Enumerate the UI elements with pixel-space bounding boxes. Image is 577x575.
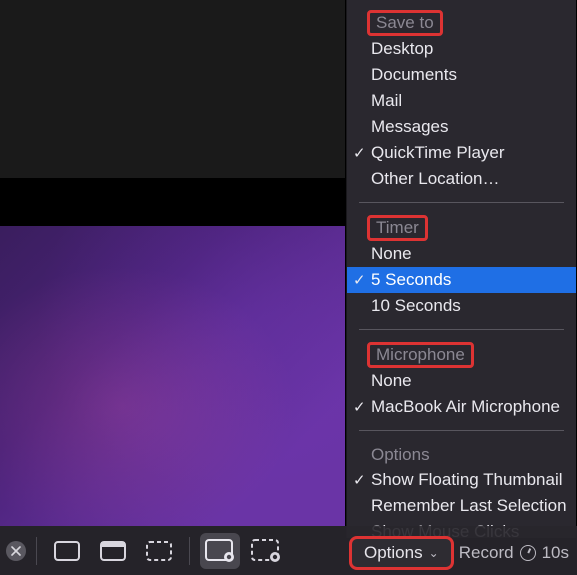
desktop-wallpaper: [0, 226, 345, 526]
menu-item-remember-last-selection[interactable]: Remember Last Selection: [347, 493, 576, 519]
check-icon: ✓: [353, 271, 366, 289]
menu-item-timer-10s[interactable]: 10 Seconds: [347, 293, 576, 319]
record-button[interactable]: Record: [459, 543, 514, 563]
menu-item-show-floating-thumbnail[interactable]: ✓Show Floating Thumbnail: [347, 467, 576, 493]
capture-window-button[interactable]: [93, 533, 133, 569]
menu-item-mic-macbook-air[interactable]: ✓MacBook Air Microphone: [347, 394, 576, 420]
capture-window-icon: [100, 541, 126, 561]
menu-divider: [359, 202, 564, 203]
menu-item-messages[interactable]: Messages: [347, 114, 576, 140]
menu-item-timer-5s[interactable]: ✓5 Seconds: [347, 267, 576, 293]
menu-item-quicktime-player[interactable]: ✓QuickTime Player: [347, 140, 576, 166]
window-gap: [0, 178, 345, 226]
toolbar-separator: [189, 537, 190, 565]
section-title-microphone: Microphone: [367, 342, 474, 368]
options-button-label: Options: [364, 543, 423, 563]
record-selection-button[interactable]: [246, 533, 286, 569]
check-icon: ✓: [353, 398, 366, 416]
window-area-top: [0, 0, 345, 178]
section-save-to: Save to Desktop Documents Mail Messages …: [347, 6, 576, 194]
menu-item-other-location[interactable]: Other Location…: [347, 166, 576, 192]
options-button[interactable]: Options ⌄: [349, 536, 454, 570]
close-icon: [11, 546, 21, 556]
timer-badge: 10s: [542, 543, 569, 563]
check-icon: ✓: [353, 471, 366, 489]
chevron-down-icon: ⌄: [429, 546, 439, 560]
menu-item-mail[interactable]: Mail: [347, 88, 576, 114]
menu-item-timer-none[interactable]: None: [347, 241, 576, 267]
section-title-options: Options: [347, 443, 440, 467]
capture-entire-screen-icon: [54, 541, 80, 561]
record-entire-screen-icon: [205, 539, 235, 563]
section-options: Options ✓Show Floating Thumbnail Remembe…: [347, 439, 576, 538]
record-entire-screen-button[interactable]: [200, 533, 240, 569]
capture-selection-button[interactable]: [139, 533, 179, 569]
menu-divider: [359, 329, 564, 330]
capture-entire-screen-button[interactable]: [47, 533, 87, 569]
options-dropdown-menu: Save to Desktop Documents Mail Messages …: [346, 0, 576, 538]
record-area: Record 10s: [459, 543, 569, 563]
section-title-timer: Timer: [367, 215, 428, 241]
record-selection-icon: [251, 539, 281, 563]
menu-divider: [359, 430, 564, 431]
timer-icon: [520, 545, 536, 561]
section-title-save-to: Save to: [367, 10, 443, 36]
menu-item-desktop[interactable]: Desktop: [347, 36, 576, 62]
toolbar-separator: [36, 537, 37, 565]
section-timer: Timer None ✓5 Seconds 10 Seconds: [347, 211, 576, 321]
menu-item-mic-none[interactable]: None: [347, 368, 576, 394]
check-icon: ✓: [353, 144, 366, 162]
close-button[interactable]: [6, 541, 26, 561]
section-microphone: Microphone None ✓MacBook Air Microphone: [347, 338, 576, 422]
menu-item-documents[interactable]: Documents: [347, 62, 576, 88]
capture-selection-icon: [146, 541, 172, 561]
